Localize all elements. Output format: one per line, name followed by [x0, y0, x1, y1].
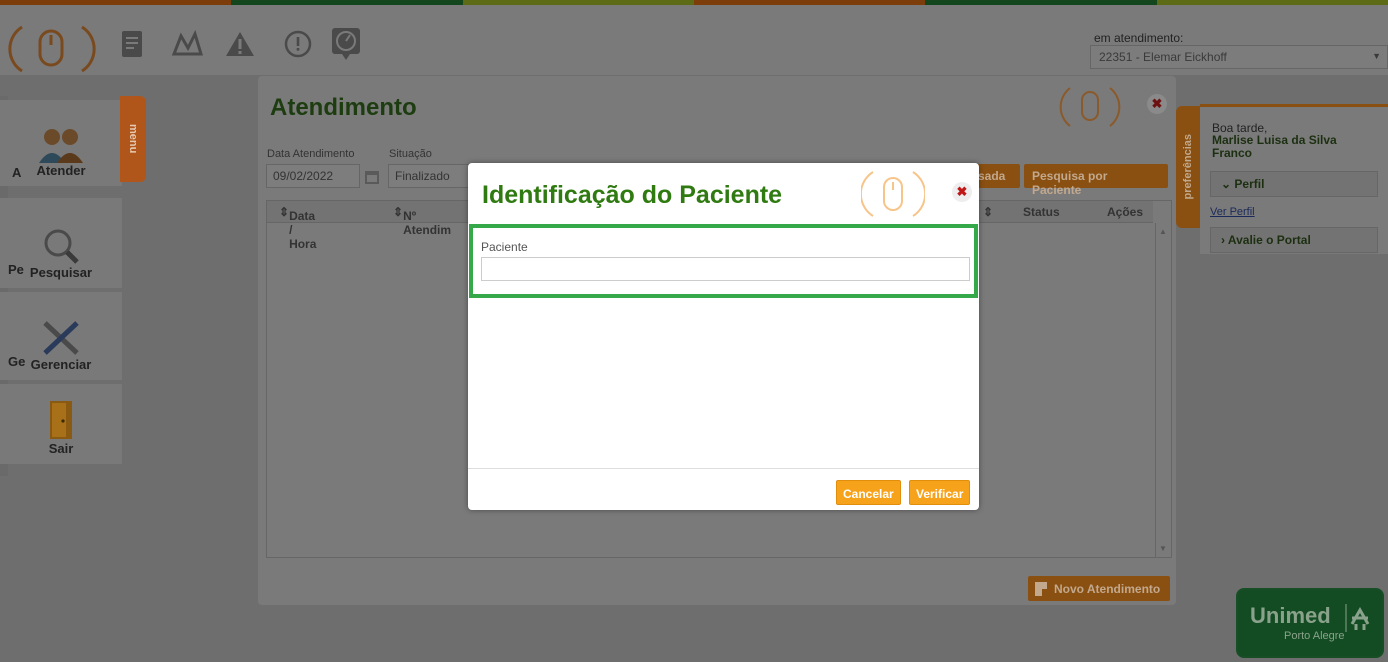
logo-subtitle: Porto Alegre: [1284, 630, 1345, 642]
close-icon[interactable]: ✖: [952, 182, 972, 202]
profile-button[interactable]: ⌄ Perfil: [1210, 171, 1378, 197]
column-sort-icon[interactable]: ⇕: [983, 205, 993, 219]
column-label: Nº Atendim: [403, 209, 452, 237]
patient-input[interactable]: [481, 257, 970, 281]
attendance-select-value: 22351 - Elemar Eickhoff: [1099, 50, 1227, 64]
attendance-label: em atendimento:: [1094, 31, 1184, 45]
preferences-panel: Boa tarde, Marlise Luisa da Silva Franco…: [1200, 104, 1388, 254]
column-header-date[interactable]: ⇕ Data / Hora: [279, 205, 316, 251]
cut-label: Pe: [8, 262, 24, 277]
search-partial-button[interactable]: sada: [974, 164, 1020, 188]
view-profile-link[interactable]: Ver Perfil: [1210, 206, 1255, 218]
tools-icon: [43, 321, 79, 355]
chevron-right-icon: ›: [1221, 233, 1225, 247]
page-title: Atendimento: [270, 94, 417, 121]
chevron-down-icon: ⌄: [1221, 177, 1232, 191]
chevron-down-icon: ▼: [1372, 51, 1381, 61]
rate-portal-label: Avalie o Portal: [1227, 233, 1311, 247]
column-label: Data / Hora: [289, 209, 317, 251]
patient-label: Paciente: [481, 240, 528, 254]
menu-tab-label: menu: [127, 124, 139, 154]
status-label: Situação: [389, 148, 432, 160]
clock-icon[interactable]: [329, 27, 363, 61]
user-name: Marlise Luisa da Silva Franco: [1212, 133, 1337, 160]
verify-button[interactable]: Verificar: [909, 480, 971, 505]
close-icon[interactable]: ✖: [1147, 94, 1167, 114]
menu-item-label: Atender: [36, 163, 86, 178]
door-icon: [50, 401, 72, 439]
users-icon: [39, 129, 83, 163]
logo-name: Unimed: [1250, 603, 1331, 628]
column-header-actions: Ações: [1107, 205, 1144, 219]
dialog-footer: Cancelar Verificar: [468, 468, 979, 510]
preferences-tab-label: preferências: [1182, 134, 1194, 200]
cancel-button[interactable]: Cancelar: [836, 480, 901, 505]
profile-button-label: Perfil: [1234, 177, 1265, 191]
search-patient-button[interactable]: Pesquisa por Paciente: [1024, 164, 1168, 197]
attendance-select[interactable]: 22351 - Elemar Eickhoff ▼: [1090, 45, 1388, 69]
alert-icon[interactable]: [281, 27, 315, 61]
unimed-tree-icon: [1345, 604, 1370, 632]
table-scrollbar[interactable]: ▲ ▼: [1155, 223, 1171, 557]
menu-item-label: Sair: [48, 441, 74, 456]
date-field[interactable]: 09/02/2022: [266, 164, 360, 188]
mouse-logo-icon: [861, 171, 925, 217]
mouse-logo-icon: [1059, 87, 1121, 127]
cut-label: A: [12, 165, 22, 180]
menu-item-sair[interactable]: Sair: [0, 384, 122, 464]
cut-label: Ge: [8, 354, 26, 369]
column-header-status[interactable]: Status: [1023, 205, 1060, 219]
document-icon[interactable]: [115, 27, 149, 61]
dialog-title: Identificação do Paciente: [482, 181, 783, 209]
status-select[interactable]: Finalizado: [388, 164, 470, 188]
calendar-icon[interactable]: [364, 169, 380, 185]
date-label: Data Atendimento: [267, 148, 355, 160]
rate-portal-button[interactable]: › Avalie o Portal: [1210, 227, 1378, 253]
warning-icon[interactable]: [223, 27, 257, 61]
menu-item-label: Pesquisar: [29, 265, 93, 280]
mouse-logo-icon: [8, 25, 96, 73]
unimed-logo: Unimed Porto Alegre: [1236, 588, 1384, 658]
add-document-icon: [1035, 582, 1049, 596]
new-attendance-button[interactable]: Novo Atendimento: [1028, 576, 1170, 601]
scroll-down-icon[interactable]: ▼: [1159, 544, 1167, 553]
patient-identification-dialog: Identificação do Paciente ✖ Paciente Can…: [468, 163, 979, 510]
menu-item-label: Gerenciar: [30, 357, 92, 372]
chart-icon[interactable]: [170, 27, 204, 61]
column-header-number[interactable]: ⇕ Nº Atendim: [393, 205, 451, 237]
menu-toggle-tab[interactable]: menu: [120, 96, 146, 182]
preferences-tab[interactable]: preferências: [1176, 106, 1200, 228]
top-bar: em atendimento: 22351 - Elemar Eickhoff …: [0, 5, 1388, 75]
new-attendance-label: Novo Atendimento: [1054, 582, 1161, 596]
patient-form-section: Paciente: [469, 224, 978, 298]
search-icon: [44, 229, 79, 264]
scroll-up-icon[interactable]: ▲: [1159, 227, 1167, 236]
